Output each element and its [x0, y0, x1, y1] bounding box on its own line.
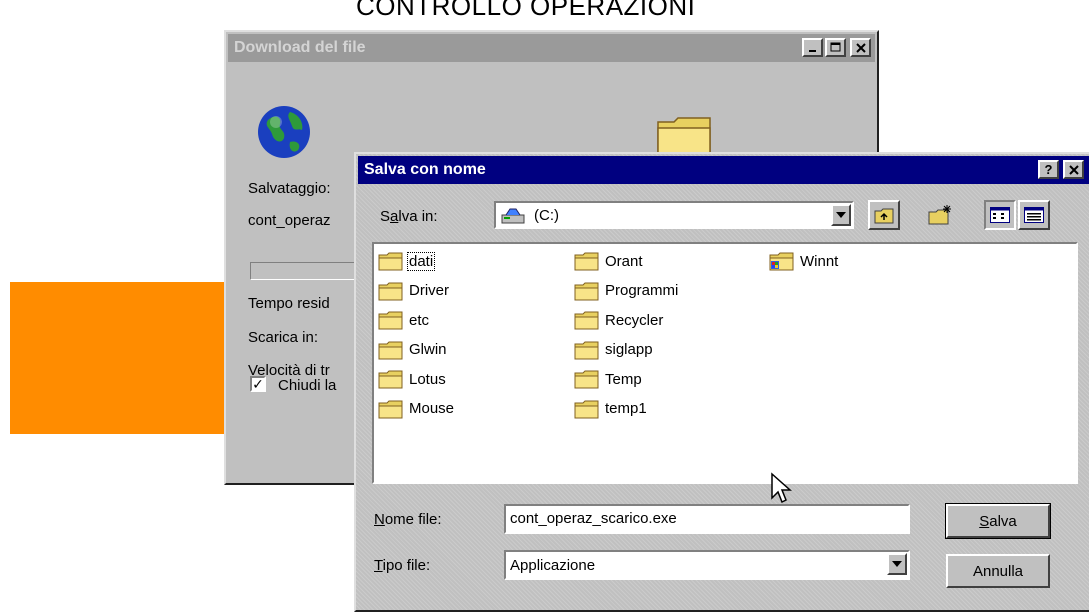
- list-view-button[interactable]: [984, 200, 1016, 230]
- up-folder-button[interactable]: [868, 200, 900, 230]
- file-list-item[interactable]: Temp: [574, 368, 643, 390]
- new-folder-button[interactable]: [924, 200, 956, 230]
- folder-icon: [378, 252, 403, 271]
- filename-label: Nome file:: [374, 511, 442, 528]
- file-name: Programmi: [605, 282, 679, 299]
- download-dialog-title: Download del file: [234, 39, 366, 56]
- file-list-item[interactable]: Programmi: [574, 280, 679, 302]
- file-name: Mouse: [409, 400, 455, 417]
- file-name: temp1: [605, 400, 647, 417]
- file-list-item[interactable]: Glwin: [378, 339, 448, 361]
- file-name: Temp: [605, 370, 642, 388]
- close-icon: [855, 42, 866, 53]
- minimize-button[interactable]: [802, 38, 823, 57]
- up-folder-icon: [874, 208, 894, 224]
- file-list-item[interactable]: Recycler: [574, 309, 664, 331]
- filetype-select[interactable]: Applicazione: [504, 550, 910, 580]
- save-in-value: (C:): [534, 206, 559, 224]
- file-name: dati: [406, 251, 436, 271]
- file-name: Orant: [605, 252, 643, 270]
- save-button-label: Salva: [979, 512, 1017, 530]
- new-folder-icon: [928, 205, 951, 225]
- file-list-item[interactable]: etc: [378, 309, 430, 331]
- download-dialog-titlebar[interactable]: Download del file: [228, 34, 875, 62]
- file-name: Lotus: [409, 370, 446, 388]
- save-as-dialog: Salva con nome ? Salva in: (C:) dati Dri…: [354, 152, 1089, 612]
- file-name: Winnt: [800, 252, 839, 270]
- maximize-button[interactable]: [825, 38, 846, 57]
- save-button[interactable]: Salva: [945, 503, 1051, 539]
- save-in-combo[interactable]: (C:): [494, 201, 854, 229]
- folder-icon: [378, 370, 403, 389]
- details-view-button[interactable]: [1018, 200, 1050, 230]
- drive-icon: [501, 208, 525, 224]
- windows-folder-icon: [769, 252, 794, 271]
- time-remaining-label: Tempo resid: [248, 295, 330, 312]
- folder-icon: [378, 311, 403, 330]
- saving-label: Salvataggio:: [248, 180, 331, 197]
- close-icon: [1068, 164, 1079, 175]
- file-name: Recycler: [605, 311, 664, 329]
- globe-icon: [258, 106, 310, 158]
- chevron-down-icon: [836, 212, 846, 218]
- checkmark-icon: ✓: [252, 376, 264, 392]
- file-list-item[interactable]: Orant: [574, 250, 644, 272]
- help-icon: ?: [1044, 162, 1053, 177]
- mouse-cursor-icon: [771, 472, 792, 504]
- help-button[interactable]: ?: [1038, 160, 1059, 179]
- save-in-dropdown-button[interactable]: [831, 204, 851, 226]
- folder-icon: [378, 282, 403, 300]
- file-list-item[interactable]: Driver: [378, 280, 450, 302]
- folder-icon: [574, 252, 599, 271]
- download-to-label: Scarica in:: [248, 329, 319, 346]
- download-filename: cont_operaz: [248, 212, 331, 229]
- folder-icon: [574, 282, 599, 300]
- details-view-icon: [1024, 207, 1044, 223]
- file-list-item[interactable]: temp1: [574, 398, 648, 420]
- file-list-item[interactable]: Lotus: [378, 368, 447, 390]
- file-list-item[interactable]: Winnt: [769, 250, 839, 272]
- close-on-complete-label: Chiudi la: [278, 377, 337, 394]
- cancel-button-label: Annulla: [972, 562, 1024, 580]
- list-view-icon: [990, 207, 1010, 223]
- save-in-label: Salva in:: [380, 208, 438, 225]
- filetype-label: Tipo file:: [374, 557, 431, 574]
- cancel-button[interactable]: Annulla: [946, 554, 1050, 588]
- save-as-title: Salva con nome: [364, 161, 486, 178]
- folder-icon: [574, 341, 599, 359]
- file-name: siglapp: [605, 341, 653, 358]
- file-name: etc: [409, 311, 430, 329]
- save-as-titlebar[interactable]: Salva con nome ?: [358, 156, 1089, 184]
- maximize-icon: [830, 42, 840, 52]
- folder-icon: [574, 400, 599, 418]
- folder-icon: [574, 370, 599, 389]
- filename-input[interactable]: cont_operaz_scarico.exe: [504, 504, 910, 534]
- file-name: Glwin: [409, 341, 447, 358]
- close-button[interactable]: [850, 38, 871, 57]
- file-list-item[interactable]: Mouse: [378, 398, 455, 420]
- minimize-icon: [808, 49, 816, 52]
- file-name: Driver: [409, 282, 449, 299]
- chevron-down-icon: [892, 561, 902, 567]
- filetype-value: Applicazione: [510, 556, 596, 574]
- file-list[interactable]: dati Driver etc Glwin Lotus Mouse Orant Program…: [372, 242, 1078, 504]
- close-button[interactable]: [1063, 160, 1084, 179]
- file-list-item[interactable]: dati: [378, 250, 436, 272]
- close-on-complete-checkbox[interactable]: ✓: [250, 376, 266, 392]
- orange-accent-block: [10, 282, 225, 434]
- file-list-item[interactable]: siglapp: [574, 339, 654, 361]
- filetype-dropdown-button[interactable]: [887, 553, 907, 575]
- slide-title: CONTROLLO OPERAZIONI: [356, 0, 696, 21]
- folder-icon: [378, 400, 403, 418]
- folder-icon: [574, 311, 599, 330]
- folder-icon: [378, 341, 403, 359]
